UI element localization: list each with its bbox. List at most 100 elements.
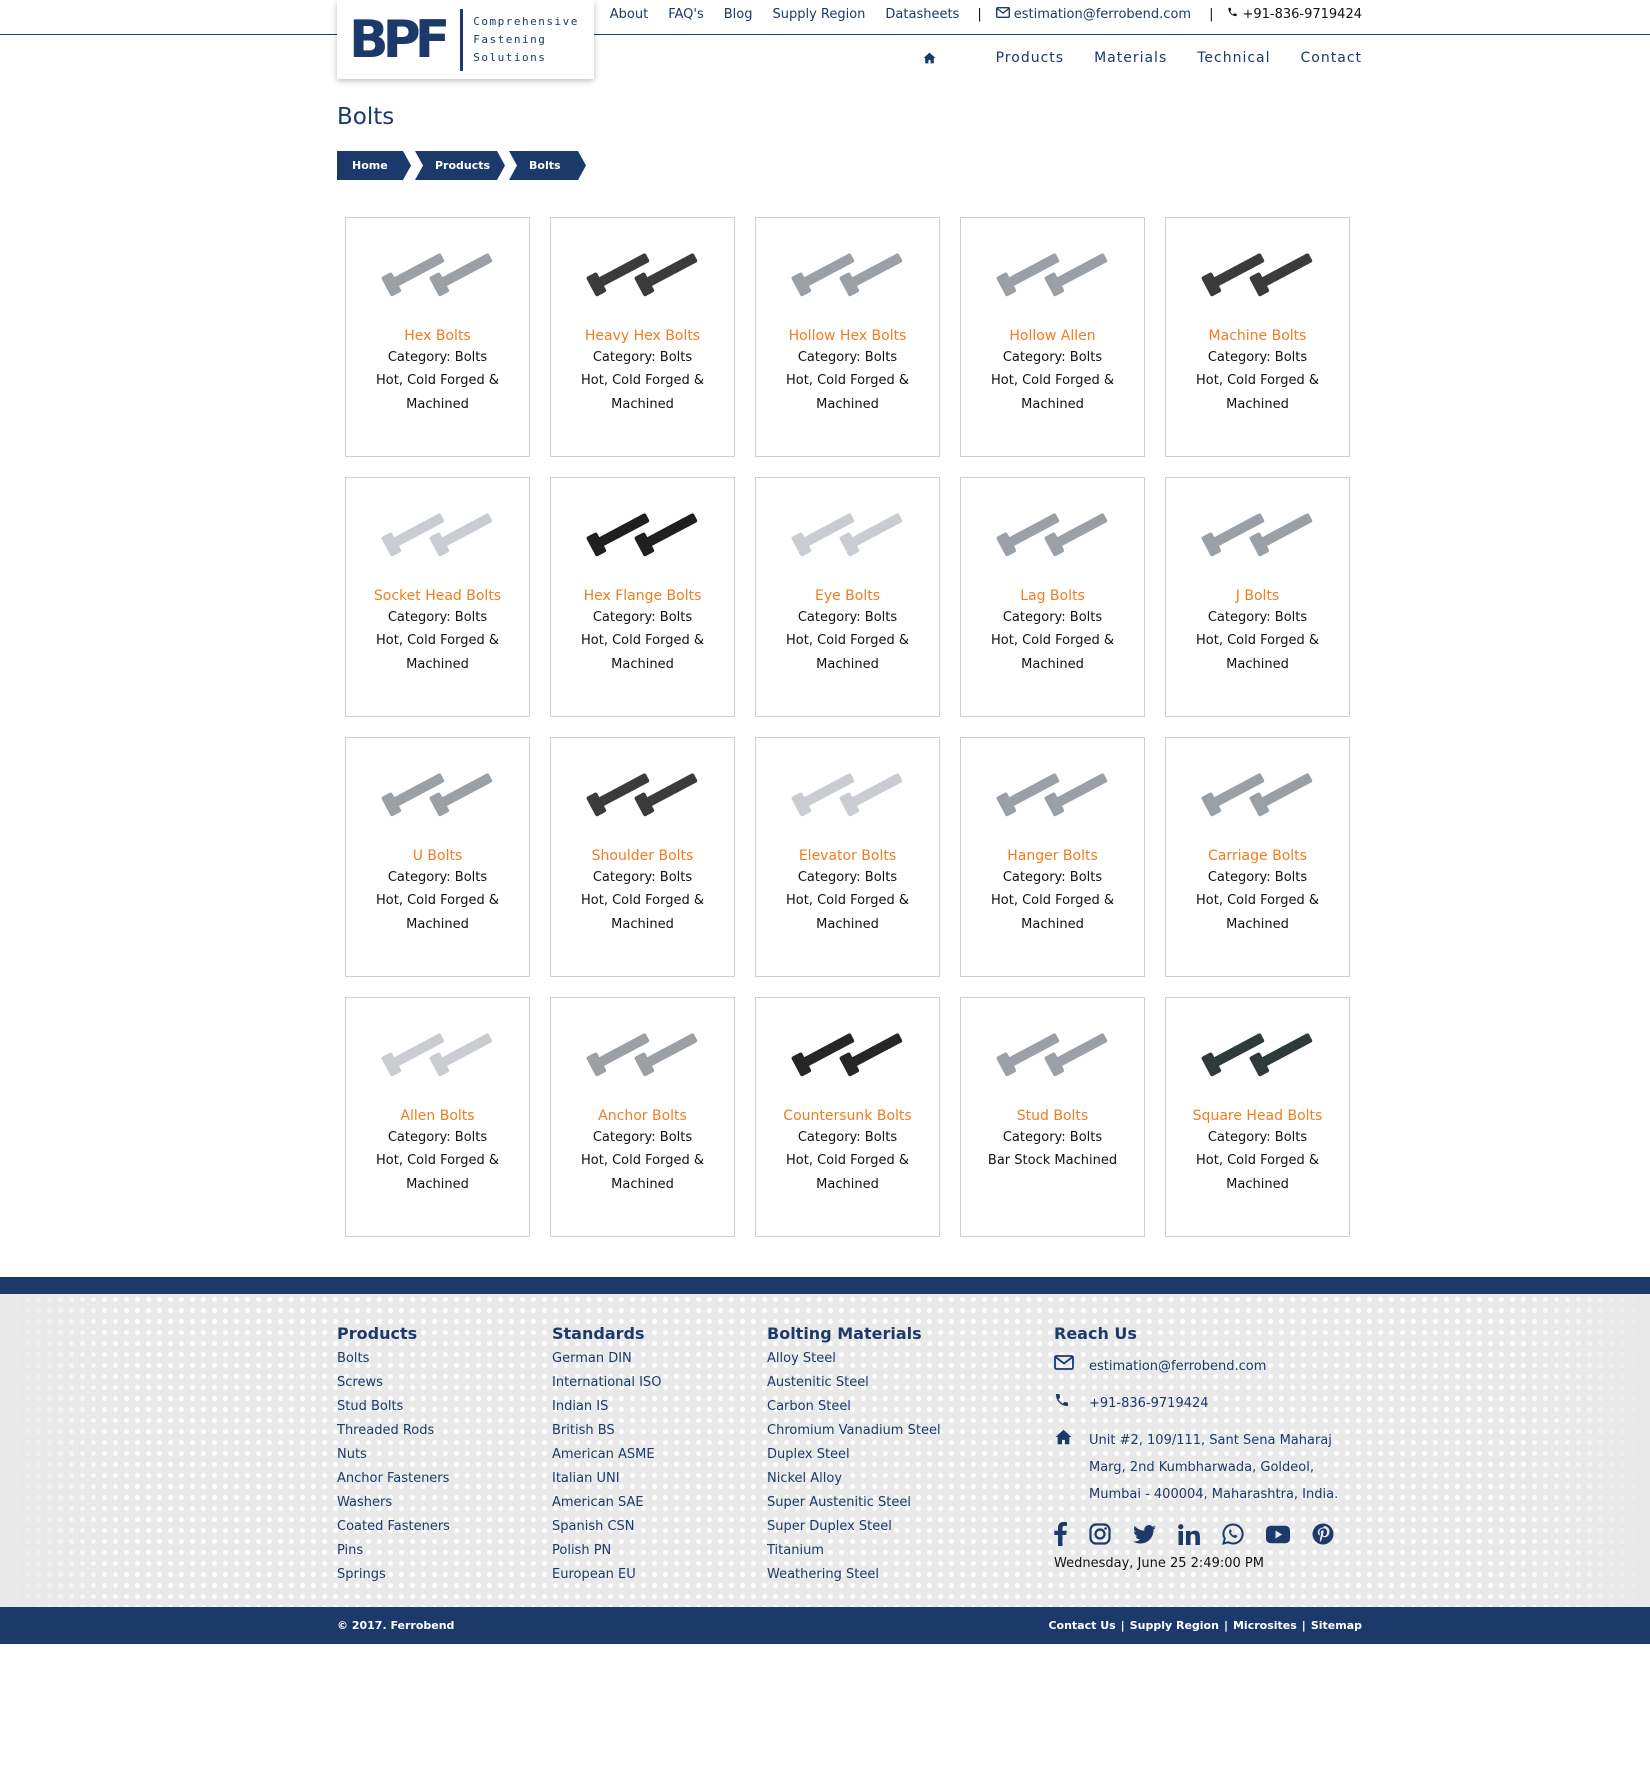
product-name[interactable]: Anchor Bolts	[598, 1108, 687, 1124]
product-card[interactable]: Hanger Bolts Category: Bolts Hot, Cold For…	[960, 737, 1145, 977]
footer-link[interactable]: Washers	[337, 1491, 450, 1515]
nav-contact[interactable]: Contact	[1301, 50, 1362, 66]
facebook-icon[interactable]	[1054, 1522, 1067, 1546]
product-name[interactable]: Hex Bolts	[404, 328, 470, 344]
bottom-link-supply-region[interactable]: Supply Region	[1130, 1619, 1219, 1632]
footer-link[interactable]: German DIN	[552, 1347, 661, 1371]
twitter-icon[interactable]	[1133, 1522, 1156, 1546]
product-description: Hot, Cold Forged & Machined	[786, 1153, 909, 1192]
product-name[interactable]: Elevator Bolts	[799, 848, 896, 864]
top-link-faqs[interactable]: FAQ's	[668, 7, 704, 22]
product-name[interactable]: Socket Head Bolts	[374, 588, 501, 604]
footer-link[interactable]: Indian IS	[552, 1395, 661, 1419]
nav-materials[interactable]: Materials	[1094, 50, 1167, 66]
footer-link[interactable]: Super Austenitic Steel	[767, 1491, 941, 1515]
home-icon[interactable]	[923, 52, 936, 64]
footer-link[interactable]: Polish PN	[552, 1539, 661, 1563]
product-name[interactable]: Allen Bolts	[400, 1108, 474, 1124]
top-email-link[interactable]: estimation@ferrobend.com	[995, 6, 1191, 22]
whatsapp-icon[interactable]	[1222, 1522, 1244, 1546]
product-card[interactable]: Hollow Allen Category: Bolts Hot, Cold For…	[960, 217, 1145, 457]
product-card[interactable]: Allen Bolts Category: Bolts Hot, Cold Forg…	[345, 997, 530, 1237]
product-name[interactable]: Carriage Bolts	[1208, 848, 1307, 864]
footer-link[interactable]: Chromium Vanadium Steel	[767, 1419, 941, 1443]
product-card[interactable]: Machine Bolts Category: Bolts Hot, Cold Fo…	[1165, 217, 1350, 457]
footer-link[interactable]: Italian UNI	[552, 1467, 661, 1491]
product-card[interactable]: Anchor Bolts Category: Bolts Hot, Cold For…	[550, 997, 735, 1237]
footer-link[interactable]: Threaded Rods	[337, 1419, 450, 1443]
product-name[interactable]: Machine Bolts	[1209, 328, 1307, 344]
footer-link[interactable]: European EU	[552, 1563, 661, 1587]
product-card[interactable]: Socket Head Bolts Category: Bolts Hot, Col…	[345, 477, 530, 717]
reach-phone-link[interactable]: +91-836-9719424	[1089, 1390, 1209, 1417]
product-name[interactable]: Heavy Hex Bolts	[585, 328, 700, 344]
footer-link[interactable]: American ASME	[552, 1443, 661, 1467]
footer-link[interactable]: Nuts	[337, 1443, 450, 1467]
footer-link[interactable]: Screws	[337, 1371, 450, 1395]
product-card[interactable]: Lag Bolts Category: Bolts Hot, Cold Forged…	[960, 477, 1145, 717]
nav-products[interactable]: Products	[996, 50, 1064, 66]
top-phone-link[interactable]: +91-836-9719424	[1227, 6, 1362, 22]
product-name[interactable]: Hollow Allen	[1009, 328, 1095, 344]
product-name[interactable]: Stud Bolts	[1017, 1108, 1088, 1124]
product-card[interactable]: Carriage Bolts Category: Bolts Hot, Cold F…	[1165, 737, 1350, 977]
breadcrumb-home[interactable]: Home	[337, 151, 411, 180]
top-link-blog[interactable]: Blog	[724, 7, 753, 22]
footer-link[interactable]: Stud Bolts	[337, 1395, 450, 1419]
linkedin-icon[interactable]	[1178, 1522, 1200, 1546]
product-card[interactable]: Elevator Bolts Category: Bolts Hot, Cold F…	[755, 737, 940, 977]
bottom-link-microsites[interactable]: Microsites	[1233, 1619, 1297, 1632]
bottom-link-contact[interactable]: Contact Us	[1048, 1619, 1115, 1632]
footer-link[interactable]: Weathering Steel	[767, 1563, 941, 1587]
logo-divider	[460, 8, 464, 71]
footer-link[interactable]: Titanium	[767, 1539, 941, 1563]
footer-link[interactable]: Austenitic Steel	[767, 1371, 941, 1395]
footer-link[interactable]: Pins	[337, 1539, 450, 1563]
product-name[interactable]: Hanger Bolts	[1007, 848, 1098, 864]
product-name[interactable]: Shoulder Bolts	[592, 848, 694, 864]
product-card[interactable]: U Bolts Category: Bolts Hot, Cold Forged &…	[345, 737, 530, 977]
footer-link[interactable]: Super Duplex Steel	[767, 1515, 941, 1539]
footer-link[interactable]: Spanish CSN	[552, 1515, 661, 1539]
product-name[interactable]: U Bolts	[413, 848, 463, 864]
footer-link[interactable]: Coated Fasteners	[337, 1515, 450, 1539]
product-card[interactable]: Hex Flange Bolts Category: Bolts Hot, Cold…	[550, 477, 735, 717]
top-link-about[interactable]: About	[610, 7, 648, 22]
footer-link[interactable]: British BS	[552, 1419, 661, 1443]
product-card[interactable]: Countersunk Bolts Category: Bolts Hot, Col…	[755, 997, 940, 1237]
product-name[interactable]: Lag Bolts	[1020, 588, 1085, 604]
product-card[interactable]: Hex Bolts Category: Bolts Hot, Cold Forged…	[345, 217, 530, 457]
product-name[interactable]: Square Head Bolts	[1193, 1108, 1323, 1124]
nav-technical[interactable]: Technical	[1197, 50, 1270, 66]
product-card[interactable]: Heavy Hex Bolts Category: Bolts Hot, Cold …	[550, 217, 735, 457]
product-card[interactable]: Square Head Bolts Category: Bolts Hot, Col…	[1165, 997, 1350, 1237]
instagram-icon[interactable]	[1089, 1522, 1111, 1546]
product-card[interactable]: Eye Bolts Category: Bolts Hot, Cold Forged…	[755, 477, 940, 717]
product-name[interactable]: Eye Bolts	[815, 588, 880, 604]
footer-link[interactable]: Bolts	[337, 1347, 450, 1371]
product-card[interactable]: Shoulder Bolts Category: Bolts Hot, Cold F…	[550, 737, 735, 977]
breadcrumb-products[interactable]: Products	[415, 151, 505, 180]
footer-link[interactable]: Duplex Steel	[767, 1443, 941, 1467]
product-name[interactable]: Hex Flange Bolts	[584, 588, 702, 604]
product-name[interactable]: Countersunk Bolts	[783, 1108, 911, 1124]
product-name[interactable]: Hollow Hex Bolts	[789, 328, 907, 344]
top-link-supply-region[interactable]: Supply Region	[772, 7, 865, 22]
product-card[interactable]: J Bolts Category: Bolts Hot, Cold Forged &…	[1165, 477, 1350, 717]
footer-link[interactable]: Carbon Steel	[767, 1395, 941, 1419]
product-name[interactable]: J Bolts	[1236, 588, 1279, 604]
reach-email-link[interactable]: estimation@ferrobend.com	[1089, 1353, 1266, 1380]
footer-link[interactable]: Anchor Fasteners	[337, 1467, 450, 1491]
product-card[interactable]: Hollow Hex Bolts Category: Bolts Hot, Cold…	[755, 217, 940, 457]
top-link-datasheets[interactable]: Datasheets	[885, 7, 959, 22]
pinterest-icon[interactable]	[1312, 1522, 1334, 1546]
bottom-link-sitemap[interactable]: Sitemap	[1311, 1619, 1362, 1632]
footer-link[interactable]: Springs	[337, 1563, 450, 1587]
product-card[interactable]: Stud Bolts Category: Bolts Bar Stock Machi…	[960, 997, 1145, 1237]
footer-link[interactable]: Alloy Steel	[767, 1347, 941, 1371]
footer-link[interactable]: American SAE	[552, 1491, 661, 1515]
footer-link[interactable]: Nickel Alloy	[767, 1467, 941, 1491]
site-logo[interactable]: BPF Comprehensive Fastening Solutions	[337, 0, 594, 79]
footer-link[interactable]: International ISO	[552, 1371, 661, 1395]
youtube-icon[interactable]	[1266, 1522, 1290, 1546]
